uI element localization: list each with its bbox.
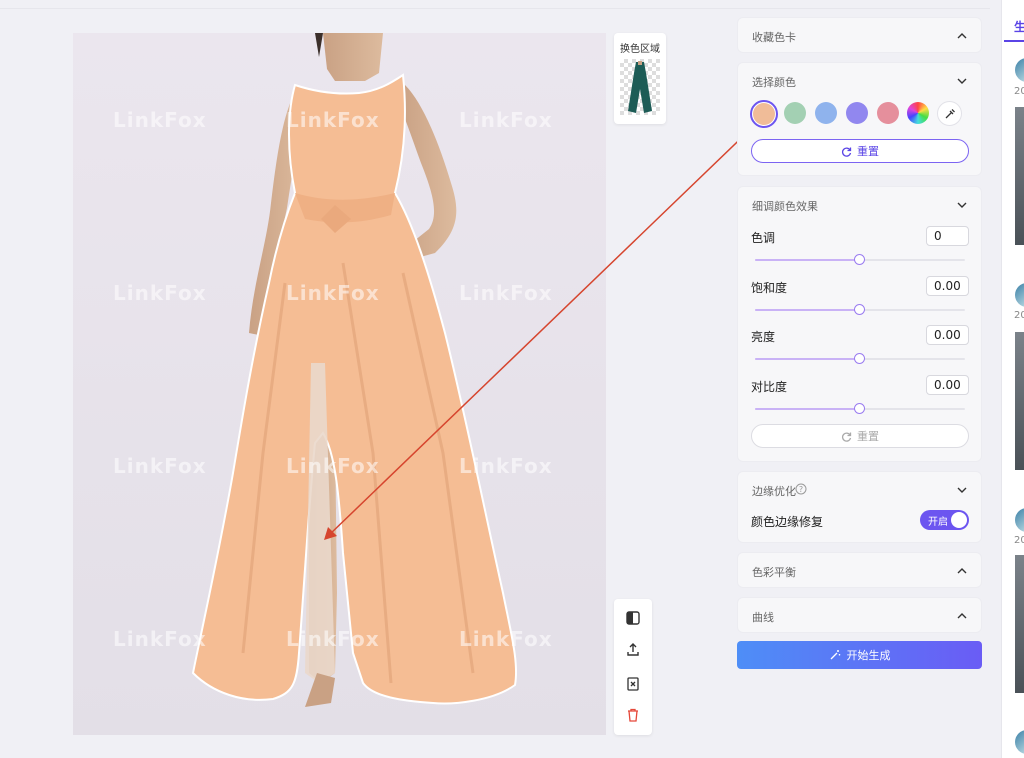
active-tab-indicator: [1004, 40, 1024, 42]
hue-input[interactable]: 0: [926, 226, 969, 246]
avatar: [1015, 508, 1024, 532]
toggle-knob: [951, 512, 967, 528]
chevron-up-icon[interactable]: [955, 29, 969, 43]
panel-title: 曲线: [752, 611, 774, 624]
panel-title: 色彩平衡: [752, 566, 796, 579]
color-balance-panel[interactable]: 色彩平衡: [737, 552, 982, 588]
color-swatch-purple[interactable]: [846, 102, 868, 124]
color-swatch-blue[interactable]: [815, 102, 837, 124]
thumbnail-image: [620, 59, 660, 115]
color-swatch-pink[interactable]: [877, 102, 899, 124]
saturation-slider-handle[interactable]: [854, 304, 865, 315]
history-thumbnail[interactable]: [1015, 332, 1024, 470]
panel-title: 边缘优化: [752, 485, 796, 498]
panel-title: 选择颜色: [752, 76, 796, 89]
replace-icon[interactable]: [623, 674, 643, 694]
history-date: 20: [1014, 310, 1024, 321]
edge-repair-toggle[interactable]: 开启: [920, 510, 969, 530]
reset-label: 重置: [857, 145, 879, 158]
history-sidebar: 生 20 20 20: [1001, 0, 1024, 758]
compare-icon[interactable]: [623, 608, 643, 628]
saturation-label: 饱和度: [751, 281, 788, 295]
contrast-label: 对比度: [751, 380, 788, 394]
panel-title: 细调颜色效果: [752, 200, 818, 213]
avatar: [1015, 730, 1024, 754]
refresh-icon: [842, 147, 852, 157]
thumbnail-label: 换色区域: [620, 44, 660, 55]
favorites-panel[interactable]: 收藏色卡: [737, 17, 982, 53]
saturation-input[interactable]: 0.00: [926, 276, 969, 296]
history-thumbnail[interactable]: [1015, 107, 1024, 245]
contrast-slider-handle[interactable]: [854, 403, 865, 414]
history-thumbnail[interactable]: [1015, 555, 1024, 693]
color-wheel-icon[interactable]: [907, 102, 929, 124]
magic-wand-icon: [830, 650, 840, 660]
history-date: 20: [1014, 86, 1024, 97]
color-swatch-peach[interactable]: [753, 103, 775, 125]
panel-title: 收藏色卡: [752, 31, 796, 44]
upload-icon[interactable]: [623, 640, 643, 660]
generate-label: 开始生成: [846, 649, 891, 662]
chevron-up-icon[interactable]: [955, 609, 969, 623]
toggle-label: 开启: [928, 517, 948, 528]
color-area-thumbnail[interactable]: 换色区域: [614, 33, 666, 124]
brightness-label: 亮度: [751, 330, 776, 344]
help-icon[interactable]: ?: [795, 483, 807, 495]
contrast-input[interactable]: 0.00: [926, 375, 969, 395]
reset-color-button[interactable]: 重置: [751, 139, 969, 163]
history-date: 20: [1014, 535, 1024, 546]
eyedropper-icon[interactable]: [937, 101, 962, 126]
reset-fine-tune-button[interactable]: 重置: [751, 424, 969, 448]
svg-text:?: ?: [799, 485, 803, 494]
brightness-slider-handle[interactable]: [854, 353, 865, 364]
avatar: [1015, 283, 1024, 307]
avatar: [1015, 58, 1024, 82]
edge-repair-label: 颜色边缘修复: [751, 515, 824, 529]
hue-label: 色调: [751, 231, 776, 245]
image-toolbar: [614, 599, 652, 735]
chevron-down-icon[interactable]: [955, 74, 969, 88]
curves-panel[interactable]: 曲线: [737, 597, 982, 633]
edge-optimization-panel: 边缘优化 ?: [737, 471, 982, 543]
sidebar-tab[interactable]: 生: [1014, 18, 1024, 35]
delete-icon[interactable]: [623, 705, 643, 725]
color-swatch-green[interactable]: [784, 102, 806, 124]
start-generate-button[interactable]: 开始生成: [737, 641, 982, 669]
chevron-down-icon[interactable]: [955, 483, 969, 497]
hue-slider-handle[interactable]: [854, 254, 865, 265]
reset-label: 重置: [857, 430, 879, 443]
chevron-up-icon[interactable]: [955, 564, 969, 578]
refresh-icon: [842, 432, 852, 442]
chevron-down-icon[interactable]: [955, 198, 969, 212]
brightness-input[interactable]: 0.00: [926, 325, 969, 345]
